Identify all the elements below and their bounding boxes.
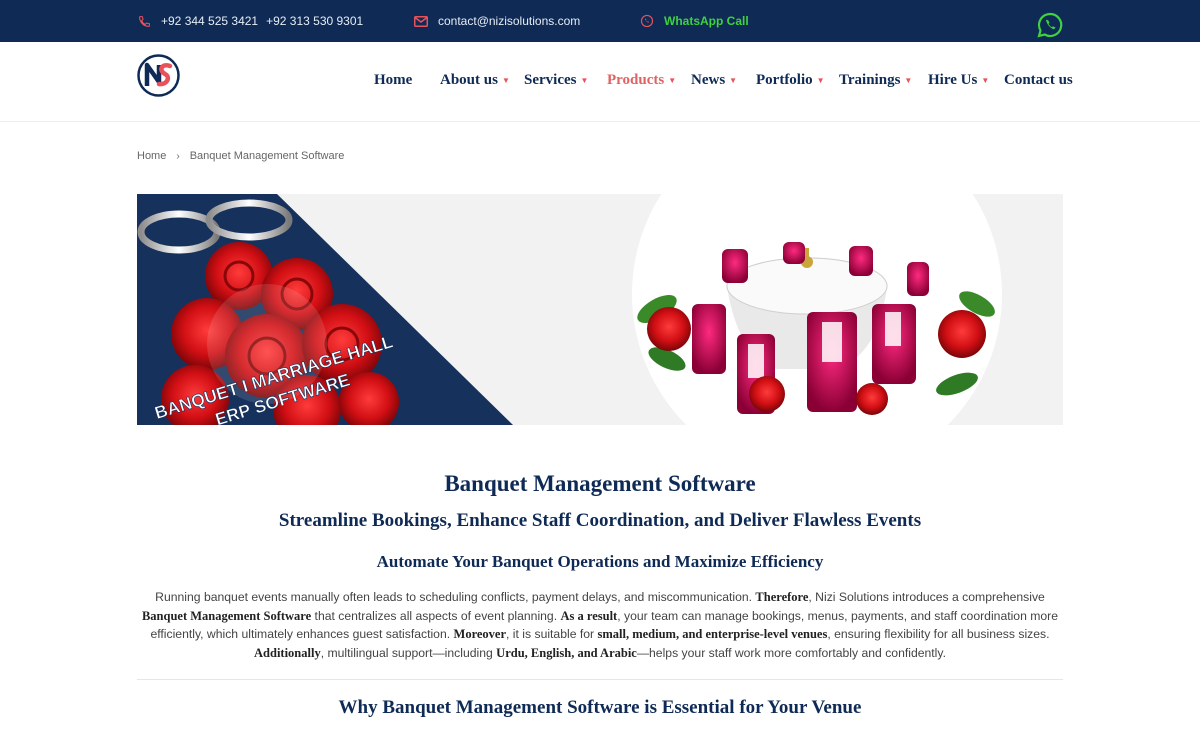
para-bold: Additionally <box>254 645 321 660</box>
para-bold: Banquet Management Software <box>141 608 312 623</box>
site-header: Home About us ▼ Services ▼ Products ▼ Ne… <box>0 42 1200 122</box>
top-contact-bar: +92 344 525 3421 +92 313 530 9301 contac… <box>0 0 1200 42</box>
section-heading: Automate Your Banquet Operations and Max… <box>376 552 824 571</box>
breadcrumb-home-link[interactable]: Home <box>137 150 166 162</box>
whatsapp-icon <box>640 14 654 28</box>
phone-contact[interactable]: +92 344 525 3421 +92 313 530 9301 <box>137 0 363 42</box>
para-text: that centralizes all aspects of event pl… <box>311 608 561 623</box>
nav-products[interactable]: Products ▼ <box>607 72 676 89</box>
para-text: , ensuring flexibility for all business … <box>827 627 1050 641</box>
chevron-down-icon: ▼ <box>816 76 825 85</box>
hero-banner-image: BANQUET I MARRIAGE HALL ERP SOFTWARE <box>137 194 1063 425</box>
why-heading: Why Banquet Management Software is Essen… <box>338 697 862 718</box>
nav-trainings[interactable]: Trainings ▼ <box>839 72 912 89</box>
nav-hire-us-label[interactable]: Hire Us <box>928 72 977 89</box>
para-bold: Urdu, English, and Arabic <box>496 645 637 660</box>
para-text: , Nizi Solutions introduces a comprehens… <box>808 590 1045 604</box>
para-text: —helps your staff work more comfortably … <box>636 645 946 660</box>
mail-icon <box>414 15 428 27</box>
nav-home-label[interactable]: Home <box>374 72 412 89</box>
nav-about-us[interactable]: About us ▼ <box>440 72 510 89</box>
phone-icon <box>137 15 151 28</box>
nav-home[interactable]: Home <box>374 72 412 89</box>
section-divider <box>137 679 1063 680</box>
para-bold: As a result <box>560 608 618 623</box>
nav-contact-us-label[interactable]: Contact us <box>1004 72 1073 89</box>
para-bold: Therefore <box>755 590 809 604</box>
email-address[interactable]: contact@nizisolutions.com <box>438 14 580 28</box>
breadcrumb-current: Banquet Management Software <box>189 150 345 162</box>
whatsapp-call-link[interactable]: WhatsApp Call <box>640 0 749 42</box>
chevron-down-icon: ▼ <box>981 76 990 85</box>
para-text: Running banquet events manually often le… <box>155 590 756 604</box>
nav-hire-us[interactable]: Hire Us ▼ <box>928 72 989 89</box>
chevron-right-icon: › <box>176 150 180 162</box>
chevron-down-icon: ▼ <box>729 76 738 85</box>
main-navigation: Home About us ▼ Services ▼ Products ▼ Ne… <box>0 42 1200 122</box>
para-text: , multilingual support—including <box>320 645 497 660</box>
nav-portfolio[interactable]: Portfolio ▼ <box>756 72 825 89</box>
phone-number-2[interactable]: +92 313 530 9301 <box>266 14 363 28</box>
nav-news[interactable]: News ▼ <box>691 72 737 89</box>
intro-paragraph: Running banquet events manually often le… <box>137 588 1063 662</box>
nav-portfolio-label[interactable]: Portfolio <box>756 72 813 89</box>
main-content: Banquet Management Software Streamline B… <box>137 466 1063 721</box>
banquet-table-illustration <box>632 194 1002 425</box>
chevron-down-icon: ▼ <box>501 76 510 85</box>
email-contact[interactable]: contact@nizisolutions.com <box>414 0 580 42</box>
nav-contact-us[interactable]: Contact us <box>1004 72 1073 89</box>
page-subtitle: Streamline Bookings, Enhance Staff Coord… <box>278 510 922 531</box>
nav-about-us-label[interactable]: About us <box>440 72 498 89</box>
nav-trainings-label[interactable]: Trainings <box>839 72 900 89</box>
nav-news-label[interactable]: News <box>691 72 725 89</box>
nav-products-label[interactable]: Products <box>607 72 664 89</box>
nav-services-label[interactable]: Services <box>524 72 576 89</box>
para-bold: Moreover <box>453 627 507 641</box>
nav-services[interactable]: Services ▼ <box>524 72 588 89</box>
para-bold: small, medium, and enterprise-level venu… <box>597 627 828 641</box>
chevron-down-icon: ▼ <box>580 76 589 85</box>
phone-number-1[interactable]: +92 344 525 3421 <box>161 14 258 28</box>
chevron-down-icon: ▼ <box>668 76 677 85</box>
whatsapp-icon[interactable] <box>1036 11 1064 39</box>
whatsapp-call-label[interactable]: WhatsApp Call <box>664 14 749 28</box>
para-text: , it is suitable for <box>506 627 598 641</box>
page-title: Banquet Management Software <box>444 471 756 496</box>
breadcrumb: Home › Banquet Management Software <box>137 150 344 162</box>
chevron-down-icon: ▼ <box>904 76 913 85</box>
